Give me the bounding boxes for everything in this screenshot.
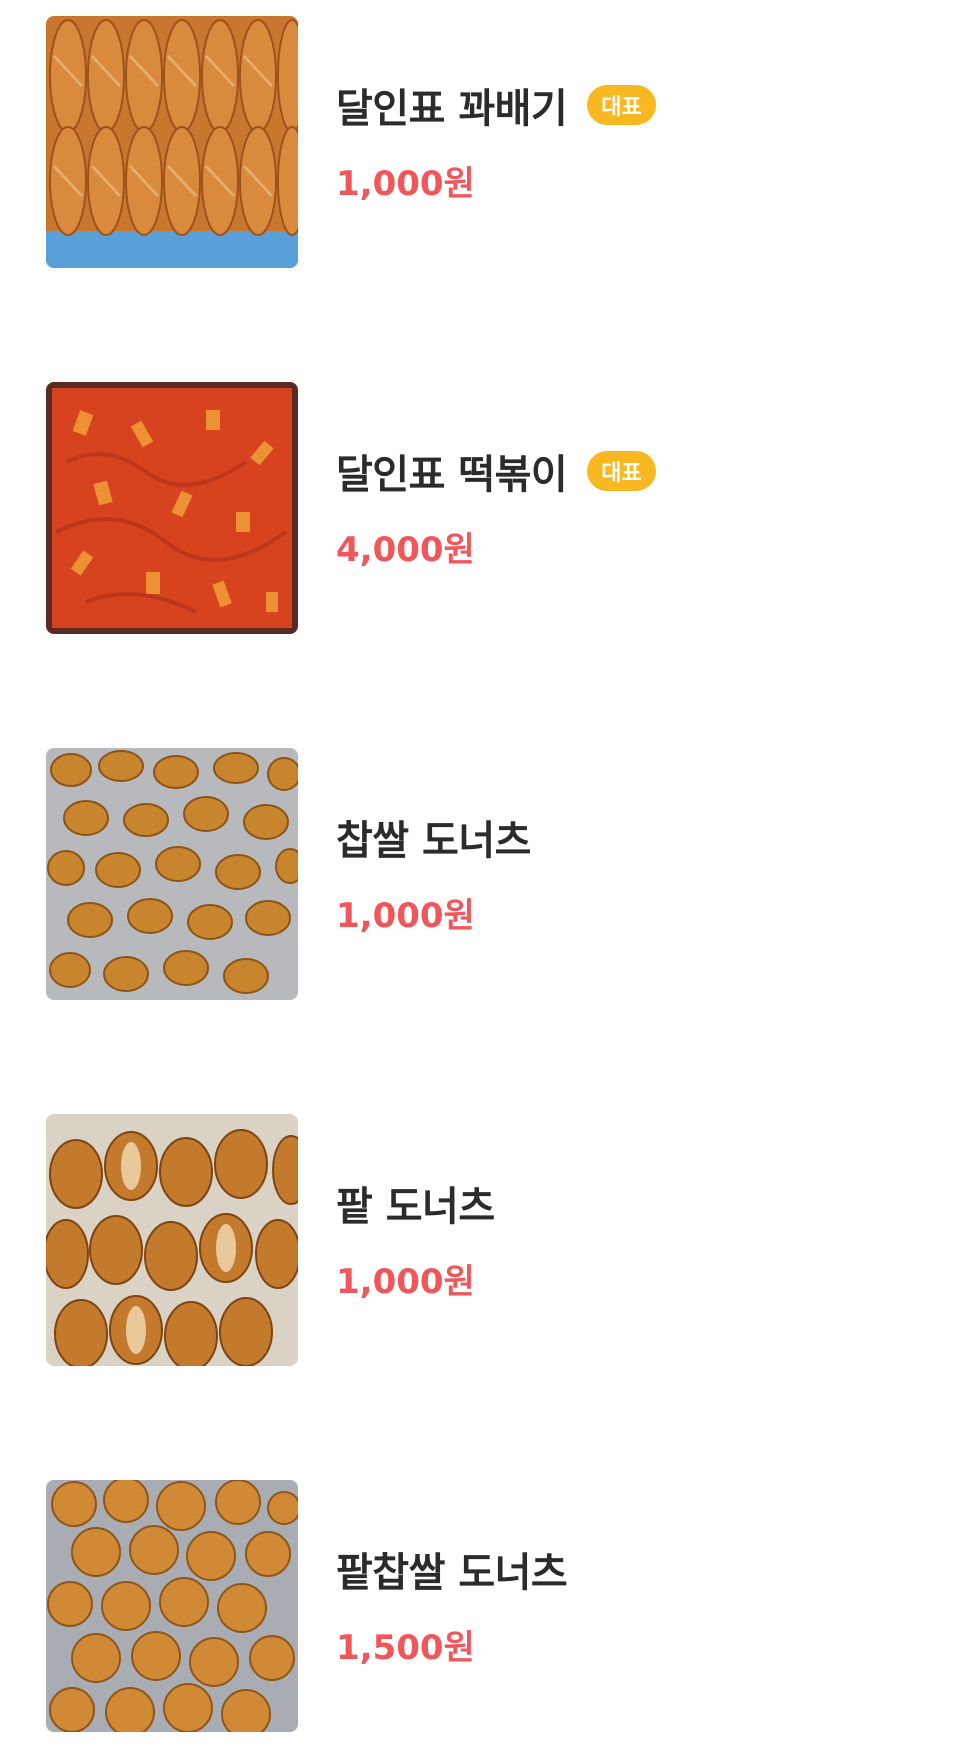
tteokbokki-photo[interactable] <box>46 382 298 634</box>
glutinous-rice-donuts-photo[interactable] <box>46 748 298 1000</box>
item-name-row: 팥 도너츠 <box>336 1178 495 1230</box>
item-price: 1,000원 <box>336 896 475 936</box>
twisted-donuts-photo[interactable] <box>46 16 298 268</box>
item-price: 4,000원 <box>336 530 475 570</box>
menu-item[interactable]: 달인표 떡볶이 대표 4,000원 <box>0 382 966 634</box>
red-bean-rice-donuts-photo[interactable] <box>46 1480 298 1732</box>
item-name[interactable]: 달인표 꽈배기 <box>336 76 568 134</box>
item-name[interactable]: 찹쌀 도너츠 <box>336 808 531 866</box>
menu-item[interactable]: 팥 도너츠 1,000원 <box>0 1114 966 1366</box>
item-price: 1,000원 <box>336 164 475 204</box>
item-price: 1,500원 <box>336 1628 475 1668</box>
menu-item[interactable]: 찹쌀 도너츠 1,000원 <box>0 748 966 1000</box>
signature-badge: 대표 <box>587 451 656 491</box>
menu-item[interactable]: 달인표 꽈배기 대표 1,000원 <box>0 16 966 268</box>
item-name[interactable]: 팥 도너츠 <box>336 1174 495 1232</box>
item-name-row: 팥찹쌀 도너츠 <box>336 1544 568 1596</box>
red-bean-donuts-photo[interactable] <box>46 1114 298 1366</box>
item-name[interactable]: 달인표 떡볶이 <box>336 442 568 500</box>
signature-badge: 대표 <box>587 85 656 125</box>
item-name-row: 달인표 꽈배기 대표 <box>336 80 656 132</box>
menu-list: 달인표 꽈배기 대표 1,000원 달인표 떡볶이 대표 4,000원 찹쌀 도… <box>0 0 966 1748</box>
menu-item[interactable]: 팥찹쌀 도너츠 1,500원 <box>0 1480 966 1732</box>
item-name-row: 달인표 떡볶이 대표 <box>336 446 656 498</box>
item-name-row: 찹쌀 도너츠 <box>336 812 531 864</box>
item-name[interactable]: 팥찹쌀 도너츠 <box>336 1540 568 1598</box>
item-price: 1,000원 <box>336 1262 475 1302</box>
